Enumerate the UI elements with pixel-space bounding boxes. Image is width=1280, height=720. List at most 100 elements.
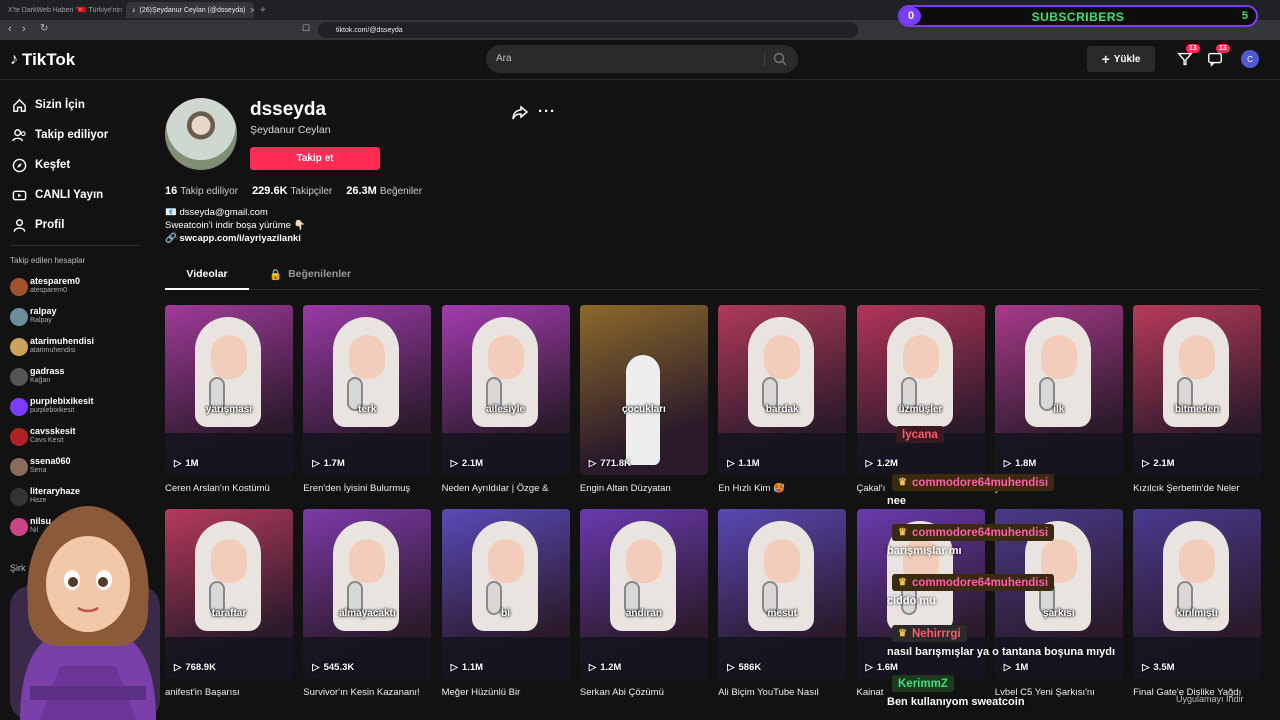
stat-followers[interactable]: 229.6K Takipçiler [252,185,332,197]
video-card[interactable]: kırılmıştı ▷ 3.5M Final Gate'e Dislike Yağd… [1133,509,1262,698]
video-card[interactable]: andıran ▷ 1.2M Serkan Abi Çözümü [579,509,708,698]
reload-icon[interactable]: ↻ [40,23,48,34]
video-card[interactable]: üzmüşler ▷ 1.2M Çakal'ı [856,305,985,494]
video-card[interactable]: bitmeden ▷ 2.1M Kızılcık Şerbetin'de Neler [1133,305,1262,494]
thumbnail-face [625,539,662,583]
sidebar-item-for-you[interactable]: Sizin İçin [12,95,85,115]
video-title[interactable]: anifest'in Başarısı [165,687,293,698]
view-count-value: 1.7M [323,458,345,469]
sidebar-followed-account[interactable]: ralpay Ralpay [10,306,145,328]
video-caption: bi [501,608,511,619]
video-title[interactable]: Survivor'ın Kesin Kazananı! [303,687,431,698]
profile-username: dsseyda [250,99,327,120]
tab-videos[interactable]: Videolar [165,264,249,290]
view-count: ▷ 545.3K [312,662,354,673]
messages-button[interactable]: 13 [1206,44,1230,70]
tab-liked[interactable]: 🔒 Beğenilenler [269,264,351,290]
tiktok-logo[interactable]: ♪ TikTok [10,50,75,70]
video-thumbnail[interactable]: çocukları ▷ 771.8K [579,305,708,475]
sidebar-followed-account[interactable]: ssena060 Sena [10,456,145,478]
browser-tab[interactable]: X'te DarkWeb Haberi "🇹🇷 Türkiye'nin✕ [2,2,124,18]
video-thumbnail[interactable]: almayacaktı ▷ 545.3K [303,509,432,679]
video-title[interactable]: En Hızlı Kim 🥵 [718,483,846,494]
view-count-value: 2.1M [461,458,484,469]
video-title[interactable]: Engin Altan Düzyatan [580,483,708,494]
upload-button[interactable]: + Yükle [1087,46,1155,72]
thumbnail-face [487,335,524,379]
sidebar-item-label: Sizin İçin [35,99,85,111]
video-card[interactable]: ilk▷1.8Myna Tilki [994,305,1123,494]
video-thumbnail[interactable]: ailesiyle ▷ 2.1M [441,305,570,475]
sidebar-item-live[interactable]: CANLI Yayın [12,185,103,205]
sidebar-followed-account[interactable]: cavsskesit Cavs Kesit [10,426,145,448]
video-caption: çocukları [621,404,666,415]
video-card[interactable]: mesut ▷ 586K Ali Biçim YouTube Nasıl [718,509,847,698]
get-app-link[interactable]: Uygulamayı İndir [1176,694,1244,704]
video-title[interactable]: Meğer Hüzünlü Bir [442,687,570,698]
video-thumbnail[interactable]: bardak ▷ 1.1M [718,305,847,475]
forward-icon[interactable]: › [22,23,26,35]
more-options-icon[interactable]: ··· [538,103,556,120]
video-thumbnail[interactable]: andıran ▷ 1.2M [579,509,708,679]
video-title[interactable]: Eren'den İyisini Bulurmuş [303,483,431,494]
video-title[interactable]: Ceren Arslan'ın Kostümü [165,483,293,494]
account-username: cavsskesit [30,426,76,436]
video-card[interactable]: yarışması ▷ 1M Ceren Arslan'ın Kostümü [165,305,293,494]
share-icon[interactable] [511,105,529,121]
video-thumbnail[interactable]: kırılmıştı ▷ 3.5M [1133,509,1262,679]
inbox-button[interactable]: 13 [1176,44,1200,70]
video-card[interactable]: ailesiyle ▷ 2.1M Neden Ayrıldılar | Özge & [441,305,570,494]
account-avatar [10,368,28,386]
address-bar[interactable]: tiktok.com/@dsseyda [318,22,858,38]
video-card[interactable]: terk ▷ 1.7M Eren'den İyisini Bulurmuş [303,305,432,494]
account-avatar [10,308,28,326]
crown-icon: ♛ [898,577,907,588]
video-card[interactable]: almayacaktı ▷ 545.3K Survivor'ın Kesin Kaza… [303,509,432,698]
sidebar-item-profile[interactable]: Profil [12,215,64,235]
video-title[interactable]: Kızılcık Şerbetin'de Neler [1133,483,1261,494]
user-avatar[interactable]: C [1241,50,1259,68]
stat-following[interactable]: 16 Takip ediliyor [165,185,238,197]
account-username: gadrass [30,366,65,376]
sidebar-followed-account[interactable]: atesparem0 atesparem0 [10,276,145,298]
account-username: ralpay [30,306,57,316]
video-title[interactable]: Neden Ayrıldılar | Özge & [442,483,570,494]
streamer-cartoon-avatar [10,506,160,720]
sidebar-item-following[interactable]: Takip ediliyor [12,125,108,145]
bio-link[interactable]: swcapp.com/i/ayriyazilanki [179,233,300,244]
sidebar-followed-account[interactable]: purplebixikesit purplebixikesit [10,396,145,418]
follow-button[interactable]: Takip et [250,147,380,170]
video-thumbnail[interactable]: taraftar ▷ 768.9K [165,509,293,679]
search-placeholder: Ara [496,53,512,64]
video-card[interactable]: çocukları ▷ 771.8K Engin Altan Düzyatan [579,305,708,494]
video-card[interactable]: bardak ▷ 1.1M En Hızlı Kim 🥵 [718,305,847,494]
view-count: ▷ 771.8K [589,458,631,469]
video-thumbnail[interactable]: ilk ▷ 1.8M [994,305,1123,475]
crown-icon: ♛ [898,477,907,488]
video-card[interactable]: taraftar ▷ 768.9K anifest'in Başarısı [165,509,293,698]
video-card[interactable]: bi ▷ 1.1M Meğer Hüzünlü Bir [441,509,570,698]
crown-icon: ♛ [898,628,907,639]
bookmark-icon[interactable]: ☐ [302,23,310,34]
video-thumbnail[interactable]: bitmeden ▷ 2.1M [1133,305,1262,475]
video-thumbnail[interactable]: terk ▷ 1.7M [303,305,432,475]
search-input[interactable]: Ara [486,45,798,73]
back-icon[interactable]: ‹ [8,23,12,35]
sidebar-item-explore[interactable]: Keşfet [12,155,70,175]
video-thumbnail[interactable]: bi ▷ 1.1M [441,509,570,679]
video-thumbnail[interactable]: yarışması ▷ 1M [165,305,293,475]
new-tab-button[interactable]: + [254,2,272,18]
browser-tab-active[interactable]: ♪ (26)Şeydanur Ceylan (@dsseyda) ✕ [126,2,254,18]
sidebar-followed-account[interactable]: atarimuhendisi atarimuhendisi [10,336,145,358]
compass-icon [12,158,27,172]
thumbnail-face [764,335,801,379]
video-caption: şarkısı [1042,608,1075,619]
sidebar-followed-account[interactable]: gadrass Kağan [10,366,145,388]
search-icon[interactable] [772,51,788,67]
video-title[interactable]: Ali Biçim YouTube Nasıl [718,687,846,698]
video-thumbnail[interactable]: mesut ▷ 586K [718,509,847,679]
video-thumbnail[interactable]: üzmüşler ▷ 1.2M [856,305,985,475]
play-icon: ▷ [450,458,458,469]
account-display-name: Sena [30,467,47,474]
video-title[interactable]: Serkan Abi Çözümü [580,687,708,698]
